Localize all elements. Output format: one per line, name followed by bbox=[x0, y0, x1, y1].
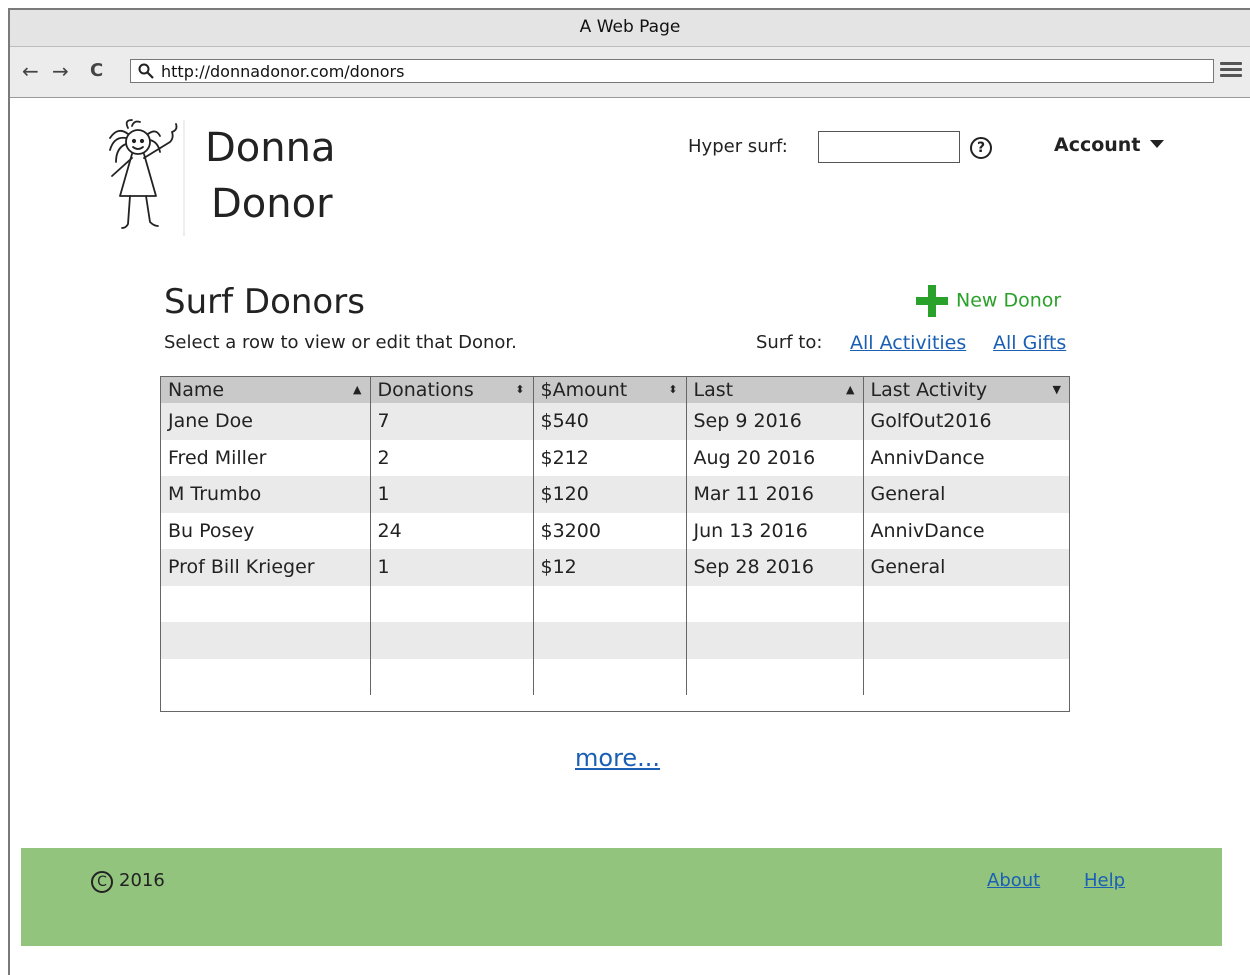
table-row[interactable]: Fred Miller 2 $212 Aug 20 2016 AnnivDance bbox=[161, 439, 1069, 476]
brand-name[interactable]: Donna Donor bbox=[205, 120, 336, 232]
browser-window: A Web Page ← → C Donna Donor bbox=[8, 8, 1250, 975]
cell-last-activity: GolfOut2016 bbox=[870, 410, 992, 433]
all-gifts-link[interactable]: All Gifts bbox=[993, 332, 1066, 354]
column-header-last[interactable]: Last ▲ bbox=[686, 377, 864, 403]
more-link[interactable]: more... bbox=[575, 744, 660, 772]
column-header-donations[interactable]: Donations ⬍ bbox=[370, 377, 534, 403]
cell-last: Sep 28 2016 bbox=[686, 549, 864, 586]
sort-toggle-icon: ⬍ bbox=[515, 383, 525, 396]
cell-last-activity: AnnivDance bbox=[870, 446, 985, 469]
cell-name: Jane Doe bbox=[161, 403, 371, 440]
sort-ascending-icon: ▲ bbox=[846, 383, 855, 396]
forward-arrow-icon[interactable]: → bbox=[52, 61, 69, 81]
cell-name: Prof Bill Krieger bbox=[161, 549, 371, 586]
table-row[interactable]: M Trumbo 1 $120 Mar 11 2016 General bbox=[161, 476, 1069, 513]
all-activities-link[interactable]: All Activities bbox=[850, 332, 966, 354]
hyper-surf-input[interactable] bbox=[818, 131, 960, 163]
cell-last: Jun 13 2016 bbox=[686, 512, 864, 549]
table-row[interactable]: Prof Bill Krieger 1 $12 Sep 28 2016 General bbox=[161, 549, 1069, 586]
table-row-empty bbox=[161, 658, 1069, 695]
dropdown-caret-icon: ▼ bbox=[1052, 383, 1061, 396]
cell-name: M Trumbo bbox=[161, 476, 371, 513]
plus-icon bbox=[916, 285, 948, 317]
sort-toggle-icon: ⬍ bbox=[668, 383, 678, 396]
cell-last-activity: AnnivDance bbox=[870, 519, 985, 542]
column-header-last-activity[interactable]: Last Activity ▼ bbox=[863, 377, 1069, 403]
cell-donations: 1 bbox=[370, 549, 534, 586]
copyright-year: 2016 bbox=[119, 870, 165, 891]
donors-table: Name ▲ Donations ⬍ $Amount ⬍ Last ▲ Last Act… bbox=[160, 376, 1070, 712]
url-input[interactable] bbox=[161, 61, 1201, 81]
chevron-down-icon bbox=[1150, 140, 1165, 148]
surf-to-label: Surf to: bbox=[756, 332, 823, 353]
cell-last: Mar 11 2016 bbox=[686, 476, 864, 513]
column-header-name[interactable]: Name ▲ bbox=[161, 377, 371, 403]
cell-donations: 2 bbox=[370, 439, 534, 476]
table-row-empty bbox=[161, 622, 1069, 659]
account-menu[interactable]: Account bbox=[1054, 134, 1165, 156]
table-row[interactable]: Jane Doe 7 $540 Sep 9 2016 GolfOut2016 bbox=[161, 403, 1069, 440]
cell-donations: 1 bbox=[370, 476, 534, 513]
help-question-icon[interactable]: ? bbox=[970, 137, 992, 159]
back-arrow-icon[interactable]: ← bbox=[22, 61, 39, 81]
copyright-icon: C bbox=[91, 871, 113, 893]
page-title: Surf Donors bbox=[164, 282, 365, 322]
browser-toolbar: ← → C bbox=[10, 47, 1250, 98]
table-row[interactable]: Bu Posey 24 $3200 Jun 13 2016 AnnivDance bbox=[161, 512, 1069, 549]
cell-name: Bu Posey bbox=[161, 512, 371, 549]
cell-last: Sep 9 2016 bbox=[686, 403, 864, 440]
donor-stick-figure-logo bbox=[109, 119, 185, 236]
cell-last-activity: General bbox=[870, 556, 946, 579]
table-header-row: Name ▲ Donations ⬍ $Amount ⬍ Last ▲ Last Act… bbox=[161, 377, 1069, 403]
column-header-amount[interactable]: $Amount ⬍ bbox=[533, 377, 687, 403]
table-row-empty bbox=[161, 585, 1069, 622]
cell-amount: $120 bbox=[533, 476, 687, 513]
search-icon bbox=[138, 63, 154, 79]
instructions-text: Select a row to view or edit that Donor. bbox=[164, 332, 517, 353]
hyper-surf-label: Hyper surf: bbox=[688, 136, 788, 157]
new-donor-button[interactable]: New Donor bbox=[916, 285, 1061, 317]
footer: C 2016 About Help bbox=[21, 848, 1222, 946]
cell-last: Aug 20 2016 bbox=[686, 439, 864, 476]
window-title: A Web Page bbox=[10, 10, 1250, 47]
cell-donations: 24 bbox=[370, 512, 534, 549]
hamburger-menu-icon[interactable] bbox=[1220, 59, 1242, 81]
cell-donations: 7 bbox=[370, 403, 534, 440]
cell-last-activity: General bbox=[870, 483, 946, 506]
account-label: Account bbox=[1054, 134, 1141, 156]
brand-line-1: Donna bbox=[205, 125, 336, 171]
refresh-icon[interactable]: C bbox=[90, 61, 103, 81]
brand-line-2: Donor bbox=[211, 181, 333, 227]
address-bar[interactable] bbox=[130, 59, 1214, 83]
sort-ascending-icon: ▲ bbox=[353, 383, 362, 396]
help-link[interactable]: Help bbox=[1084, 870, 1125, 891]
cell-amount: $540 bbox=[533, 403, 687, 440]
cell-amount: $3200 bbox=[533, 512, 687, 549]
new-donor-label: New Donor bbox=[956, 289, 1062, 312]
about-link[interactable]: About bbox=[987, 870, 1040, 891]
cell-amount: $212 bbox=[533, 439, 687, 476]
cell-name: Fred Miller bbox=[161, 439, 371, 476]
cell-amount: $12 bbox=[533, 549, 687, 586]
copyright: C 2016 bbox=[91, 870, 165, 893]
